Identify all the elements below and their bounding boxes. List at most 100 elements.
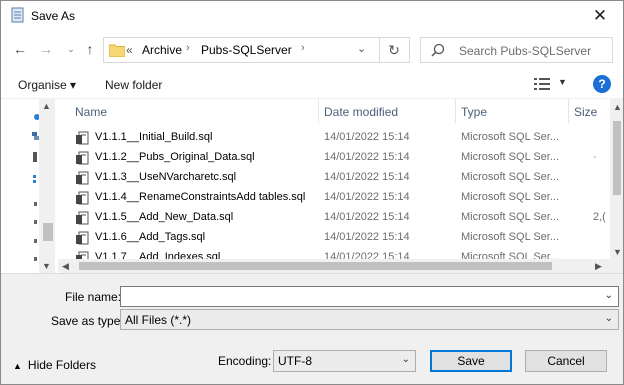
column-header-name[interactable]: ⌃ Name (58, 99, 319, 123)
sql-file-icon (76, 251, 89, 259)
arrow-left-icon: ← (13, 41, 27, 57)
scroll-up-icon[interactable]: ▲ (42, 101, 51, 111)
view-dropdown-icon[interactable]: ▼ (558, 77, 567, 87)
save-as-dialog: Save As ✕ ← → ⌄ ↑ « Archive › Pubs-SQLSe… (0, 0, 624, 385)
refresh-icon: ↻ (388, 41, 400, 58)
sql-file-icon (76, 191, 89, 205)
horizontal-scroll-thumb[interactable] (79, 262, 552, 270)
notepad-icon (11, 7, 24, 23)
file-row[interactable]: V1.1.4__RenameConstraintsAdd tables.sql 1… (58, 188, 610, 208)
refresh-button[interactable]: ↻ (379, 38, 408, 62)
encoding-label: Encoding: (218, 354, 272, 368)
scroll-left-icon[interactable]: ◀ (62, 261, 69, 272)
file-list: ⌃ Name Date modified Type Size V1.1.1__I… (58, 99, 610, 259)
chevron-right-icon[interactable]: › (301, 42, 305, 54)
file-date: 14/01/2022 15:14 (324, 131, 410, 143)
file-type: Microsoft SQL Ser... (461, 191, 560, 203)
vertical-scroll-thumb[interactable] (613, 121, 621, 195)
file-size: · (593, 151, 597, 163)
hide-folders-label: Hide Folders (27, 358, 96, 372)
chevron-down-icon: ⌄ (401, 354, 410, 365)
chevron-down-icon: ⌄ (67, 43, 75, 54)
scroll-down-icon[interactable]: ▼ (42, 261, 51, 271)
close-icon: ✕ (592, 6, 608, 25)
encoding-select[interactable]: UTF-8 ⌄ (273, 350, 416, 372)
scroll-up-icon[interactable]: ▲ (613, 102, 622, 112)
search-icon (431, 43, 445, 57)
file-row[interactable]: V1.1.3__UseNVarcharetc.sql 14/01/2022 15:… (58, 168, 610, 188)
sql-file-icon (76, 151, 89, 165)
address-bar[interactable]: « Archive › Pubs-SQLServer › ⌄ ↻ (103, 37, 410, 63)
chevron-right-icon[interactable]: › (186, 42, 190, 54)
file-row[interactable]: V1.1.5__Add_New_Data.sql 14/01/2022 15:14… (58, 208, 610, 228)
cancel-button[interactable]: Cancel (525, 350, 607, 372)
scroll-down-icon[interactable]: ▼ (613, 247, 622, 257)
column-date-label: Date modified (324, 105, 399, 119)
file-type: Microsoft SQL Ser... (461, 151, 560, 163)
window-title: Save As (31, 9, 76, 23)
breadcrumb-archive[interactable]: Archive (142, 43, 182, 57)
sql-file-icon (76, 131, 89, 145)
file-row[interactable]: V1.1.7__Add_Indexes.sql 14/01/2022 15:14 M… (58, 248, 610, 259)
file-name: V1.1.6__Add_Tags.sql (95, 231, 206, 243)
forward-button[interactable]: → (37, 39, 55, 59)
chevron-down-icon[interactable]: ⌄ (605, 290, 613, 301)
search-placeholder: Search Pubs-SQLServer (459, 44, 592, 58)
column-size-label: Size (574, 105, 598, 119)
navpane-scrollbar[interactable] (39, 99, 55, 273)
back-button[interactable]: ← (11, 39, 29, 59)
navigation-bar: ← → ⌄ ↑ « Archive › Pubs-SQLServer › ⌄ ↻ (1, 31, 623, 69)
file-size: 2,( (593, 211, 606, 223)
view-options-icon[interactable] (534, 77, 550, 91)
file-date: 14/01/2022 15:14 (324, 211, 410, 223)
file-row[interactable]: V1.1.6__Add_Tags.sql 14/01/2022 15:14 Micr… (58, 228, 610, 248)
save-as-type-label: Save as type: (51, 314, 124, 328)
column-header-date[interactable]: Date modified (319, 99, 456, 123)
hide-folders-button[interactable]: ▲ Hide Folders (13, 358, 96, 372)
save-button[interactable]: Save (430, 350, 512, 372)
file-name-input[interactable]: ⌄ (120, 286, 619, 307)
file-row[interactable]: V1.1.1__Initial_Build.sql 14/01/2022 15:1… (58, 128, 610, 148)
file-name: V1.1.3__UseNVarcharetc.sql (95, 171, 237, 183)
file-name: V1.1.4__RenameConstraintsAdd tables.sql (95, 191, 306, 203)
up-button[interactable]: ↑ (81, 39, 99, 59)
column-type-label: Type (461, 105, 488, 119)
file-date: 14/01/2022 15:14 (324, 231, 410, 243)
file-name: V1.1.5__Add_New_Data.sql (95, 211, 234, 223)
file-type: Microsoft SQL Ser... (461, 131, 560, 143)
file-date: 14/01/2022 15:14 (324, 151, 410, 163)
file-date: 14/01/2022 15:14 (324, 191, 410, 203)
scroll-right-icon[interactable]: ▶ (595, 261, 602, 272)
chevron-down-icon: ⌄ (604, 313, 613, 324)
column-header-size[interactable]: Size (569, 99, 610, 123)
arrow-right-icon: → (39, 41, 53, 57)
file-date: 14/01/2022 15:14 (324, 251, 410, 259)
file-date: 14/01/2022 15:14 (324, 171, 410, 183)
recent-locations-button[interactable]: ⌄ (62, 39, 80, 59)
sql-file-icon (76, 211, 89, 225)
encoding-value: UTF-8 (278, 354, 312, 368)
close-button[interactable]: ✕ (577, 1, 623, 31)
save-as-type-value: All Files (*.*) (125, 313, 192, 327)
navpane-scroll-thumb[interactable] (43, 223, 53, 241)
column-name-label: Name (75, 105, 108, 119)
new-folder-button[interactable]: New folder (105, 78, 162, 92)
breadcrumb-overflow[interactable]: « (126, 43, 133, 57)
title-bar: Save As ✕ (1, 1, 623, 31)
file-type: Microsoft SQL Ser... (461, 211, 560, 223)
address-dropdown-icon[interactable]: ⌄ (357, 42, 366, 55)
organise-menu[interactable]: Organise ▾ (18, 78, 76, 92)
search-box[interactable]: Search Pubs-SQLServer (420, 37, 613, 63)
save-as-type-select[interactable]: All Files (*.*) ⌄ (120, 309, 619, 330)
file-row[interactable]: V1.1.2__Pubs_Original_Data.sql 14/01/2022… (58, 148, 610, 168)
breadcrumb-pubs-sqlserver[interactable]: Pubs-SQLServer (201, 43, 292, 57)
file-name: V1.1.1__Initial_Build.sql (95, 131, 213, 143)
file-type: Microsoft SQL Ser... (461, 171, 560, 183)
column-header-type[interactable]: Type (456, 99, 569, 123)
file-name-label: File name: (65, 290, 122, 304)
file-type: Microsoft SQL Ser... (461, 231, 560, 243)
help-icon[interactable]: ? (593, 75, 611, 93)
folder-icon (109, 44, 125, 57)
sql-file-icon (76, 231, 89, 245)
arrow-up-icon: ↑ (86, 41, 94, 57)
